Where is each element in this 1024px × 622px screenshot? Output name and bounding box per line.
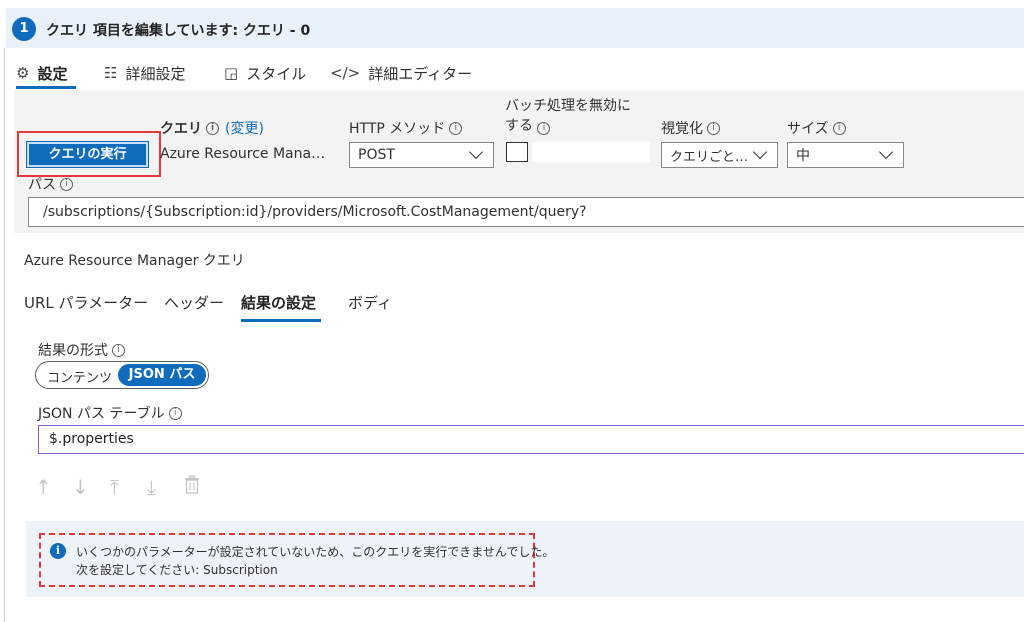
- info-icon[interactable]: i: [60, 177, 73, 191]
- size-label-text: サイズ: [787, 121, 829, 137]
- tab-advanced-settings[interactable]: ☷ 詳細設定: [104, 60, 185, 86]
- active-tab-indicator: [16, 86, 76, 89]
- subtab-url-parameters[interactable]: URL パラメーター: [24, 292, 148, 313]
- tab-advanced-label: 詳細設定: [125, 64, 186, 83]
- visualization-dropdown[interactable]: クエリごと…: [661, 142, 778, 168]
- info-icon[interactable]: i: [707, 121, 720, 135]
- style-icon: ◲: [224, 64, 239, 82]
- header-title: クエリ 項目を編集しています: クエリ - 0: [46, 23, 311, 39]
- chevron-down-icon: [468, 144, 484, 160]
- chevron-down-icon: [752, 144, 768, 160]
- tab-settings-label: 設定: [37, 64, 68, 83]
- visualization-value: クエリごと…: [670, 149, 749, 165]
- format-option-json-path[interactable]: JSON パス: [118, 364, 206, 386]
- move-down-icon[interactable]: ↓: [72, 475, 89, 499]
- tab-editor-label: 詳細エディター: [368, 64, 473, 83]
- http-label-text: HTTP メソッド: [349, 121, 446, 137]
- delete-icon[interactable]: [183, 475, 201, 495]
- message-highlight: [39, 533, 535, 587]
- move-to-bottom-icon[interactable]: ⤓: [147, 475, 156, 499]
- info-icon[interactable]: i: [537, 122, 551, 135]
- tab-advanced-editor[interactable]: </> 詳細エディター: [330, 60, 472, 86]
- visualization-label: 視覚化 i: [661, 118, 720, 138]
- trash-icon: [185, 475, 199, 494]
- change-query-link[interactable]: (変更): [225, 118, 264, 138]
- batch-label-text: バッチ処理を無効にする: [505, 98, 631, 134]
- http-method-label: HTTP メソッド i: [349, 118, 463, 138]
- http-method-value: POST: [358, 147, 395, 163]
- path-label: パス i: [28, 174, 73, 194]
- batch-field-background: [532, 142, 650, 162]
- size-dropdown[interactable]: 中: [787, 142, 904, 168]
- query-label-text: クエリ: [160, 121, 202, 137]
- info-icon: i: [50, 543, 66, 559]
- subtab-result-settings[interactable]: 結果の設定: [241, 292, 316, 313]
- size-label: サイズ i: [787, 118, 846, 138]
- result-format-label: 結果の形式 i: [38, 340, 125, 360]
- step-badge: 1: [12, 17, 36, 41]
- format-option-content[interactable]: コンテンツ: [47, 367, 112, 386]
- code-icon: </>: [330, 64, 361, 82]
- info-icon[interactable]: i: [206, 121, 219, 135]
- viz-label-text: 視覚化: [661, 121, 703, 137]
- disable-batch-label: バッチ処理を無効にする i: [505, 96, 645, 136]
- tab-settings[interactable]: ⚙ 設定: [16, 60, 67, 86]
- info-icon[interactable]: i: [832, 121, 846, 135]
- subtab-headers[interactable]: ヘッダー: [164, 292, 224, 313]
- move-up-icon[interactable]: ↑: [35, 475, 52, 499]
- info-icon[interactable]: i: [112, 343, 125, 357]
- gear-icon: ⚙: [16, 64, 30, 82]
- active-subtab-indicator: [241, 319, 321, 322]
- info-icon[interactable]: i: [449, 121, 463, 135]
- json-table-label-text: JSON パス テーブル: [38, 406, 165, 422]
- tab-style[interactable]: ◲ スタイル: [224, 60, 306, 86]
- sliders-icon: ☷: [104, 64, 118, 82]
- http-method-dropdown[interactable]: POST: [349, 142, 494, 168]
- left-border: [4, 48, 5, 622]
- path-label-text: パス: [28, 177, 56, 193]
- size-value: 中: [796, 148, 810, 164]
- json-table-input[interactable]: $.properties: [38, 425, 1024, 454]
- disable-batch-checkbox[interactable]: [506, 142, 528, 162]
- tab-style-label: スタイル: [246, 64, 307, 83]
- info-icon[interactable]: i: [168, 406, 182, 420]
- format-label-text: 結果の形式: [38, 343, 108, 359]
- message-line-2: 次を設定してください: Subscription: [76, 563, 278, 577]
- chevron-down-icon: [878, 144, 894, 160]
- subtab-body[interactable]: ボディ: [348, 292, 392, 313]
- message-line-1: いくつかのパラメーターが設定されていないため、このクエリを実行できませんでした。: [76, 545, 555, 559]
- run-query-button[interactable]: クエリの実行: [26, 141, 149, 168]
- json-table-label: JSON パス テーブル i: [38, 403, 182, 423]
- path-input[interactable]: /subscriptions/{Subscription:id}/provide…: [28, 197, 1024, 227]
- move-to-top-icon[interactable]: ⤒: [110, 475, 119, 499]
- query-type-value: Azure Resource Mana…: [160, 146, 326, 162]
- arm-query-title: Azure Resource Manager クエリ: [24, 253, 245, 269]
- query-field-label: クエリ i (変更): [160, 118, 264, 138]
